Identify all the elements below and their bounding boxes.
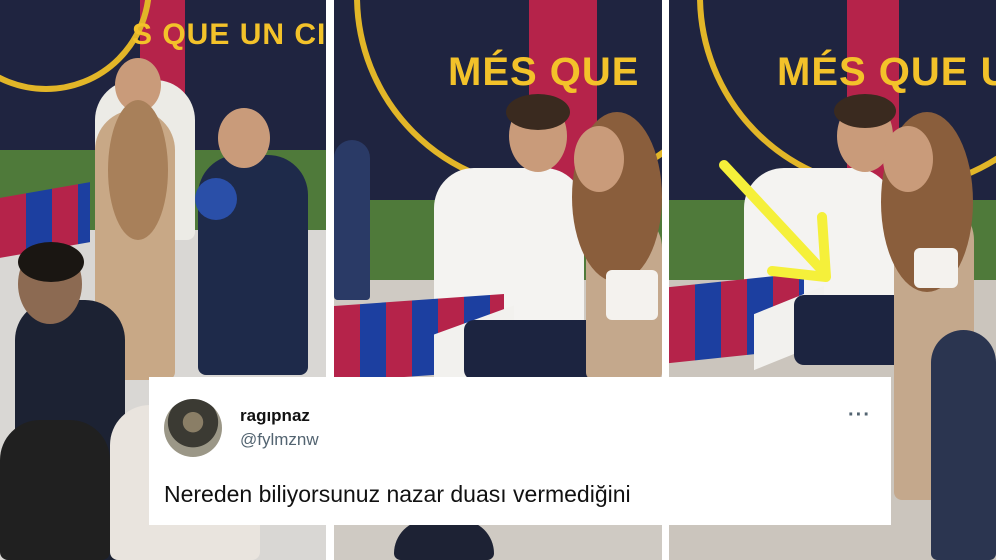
person-hair — [506, 94, 570, 130]
person-sleeve — [931, 330, 996, 560]
banner-text: MÉS QUE U — [777, 50, 996, 94]
more-options-icon[interactable]: ··· — [848, 404, 871, 427]
person-head — [574, 126, 624, 192]
person-sleeve — [334, 140, 370, 300]
person-foreground — [394, 520, 494, 560]
person-head — [218, 108, 270, 168]
avatar[interactable] — [164, 399, 222, 457]
person-head — [883, 126, 933, 192]
person-foreground — [0, 420, 110, 560]
person-hair — [108, 100, 168, 240]
user-handle[interactable]: @fylmznw — [240, 430, 319, 450]
arrow-annotation — [719, 160, 831, 282]
banner-text: S QUE UN CI — [132, 18, 326, 51]
person-hair — [834, 94, 896, 128]
banner-text: MÉS QUE — [448, 50, 640, 94]
tweet-text: Nereden biliyorsunuz nazar duası vermedi… — [164, 481, 631, 507]
person-trousers — [464, 320, 604, 380]
football — [195, 178, 237, 220]
person-hair — [18, 242, 84, 282]
tweet-card[interactable]: ragıpnaz @fylmznw ··· Nereden biliyorsun… — [149, 377, 891, 525]
display-name[interactable]: ragıpnaz — [240, 406, 310, 426]
handbag — [914, 248, 958, 288]
handbag — [606, 270, 658, 320]
person-trousers — [794, 295, 904, 365]
